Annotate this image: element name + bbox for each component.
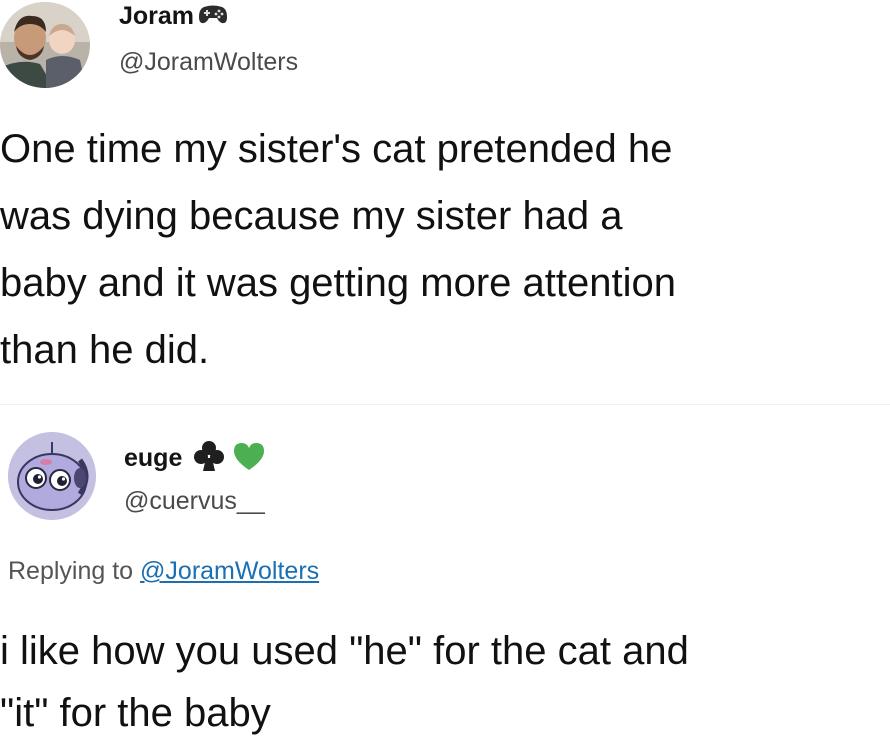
display-name-text[interactable]: Joram: [119, 2, 194, 30]
club-suit-icon: [194, 440, 225, 479]
tweet-text-line: baby and it was getting more attention: [0, 261, 676, 305]
handle[interactable]: @JoramWolters: [119, 48, 298, 77]
gamepad-icon: [198, 3, 228, 32]
display-name-text[interactable]: euge: [124, 444, 182, 472]
display-name[interactable]: Joram: [119, 2, 228, 32]
handle[interactable]: @cuervus__: [124, 487, 265, 516]
tweet-text: One time my sister's cat pretended he wa…: [0, 116, 676, 384]
tweet-text-line: than he did.: [0, 328, 210, 372]
tweet-text-line: "it" for the baby: [0, 691, 271, 735]
tweet-text-line: i like how you used "he" for the cat and: [0, 629, 689, 673]
avatar[interactable]: [8, 432, 96, 520]
display-name[interactable]: euge: [124, 440, 266, 479]
divider: [0, 404, 890, 405]
replying-prefix: Replying to: [8, 557, 134, 585]
tweet-text-line: was dying because my sister had a: [0, 194, 623, 238]
tweet-text-line: One time my sister's cat pretended he: [0, 127, 673, 171]
avatar[interactable]: [0, 2, 90, 88]
green-heart-icon: [232, 441, 266, 478]
tweet-text: i like how you used "he" for the cat and…: [0, 620, 689, 744]
replying-to-link[interactable]: @JoramWolters: [140, 557, 319, 585]
replying-to: Replying to @JoramWolters: [8, 557, 319, 586]
